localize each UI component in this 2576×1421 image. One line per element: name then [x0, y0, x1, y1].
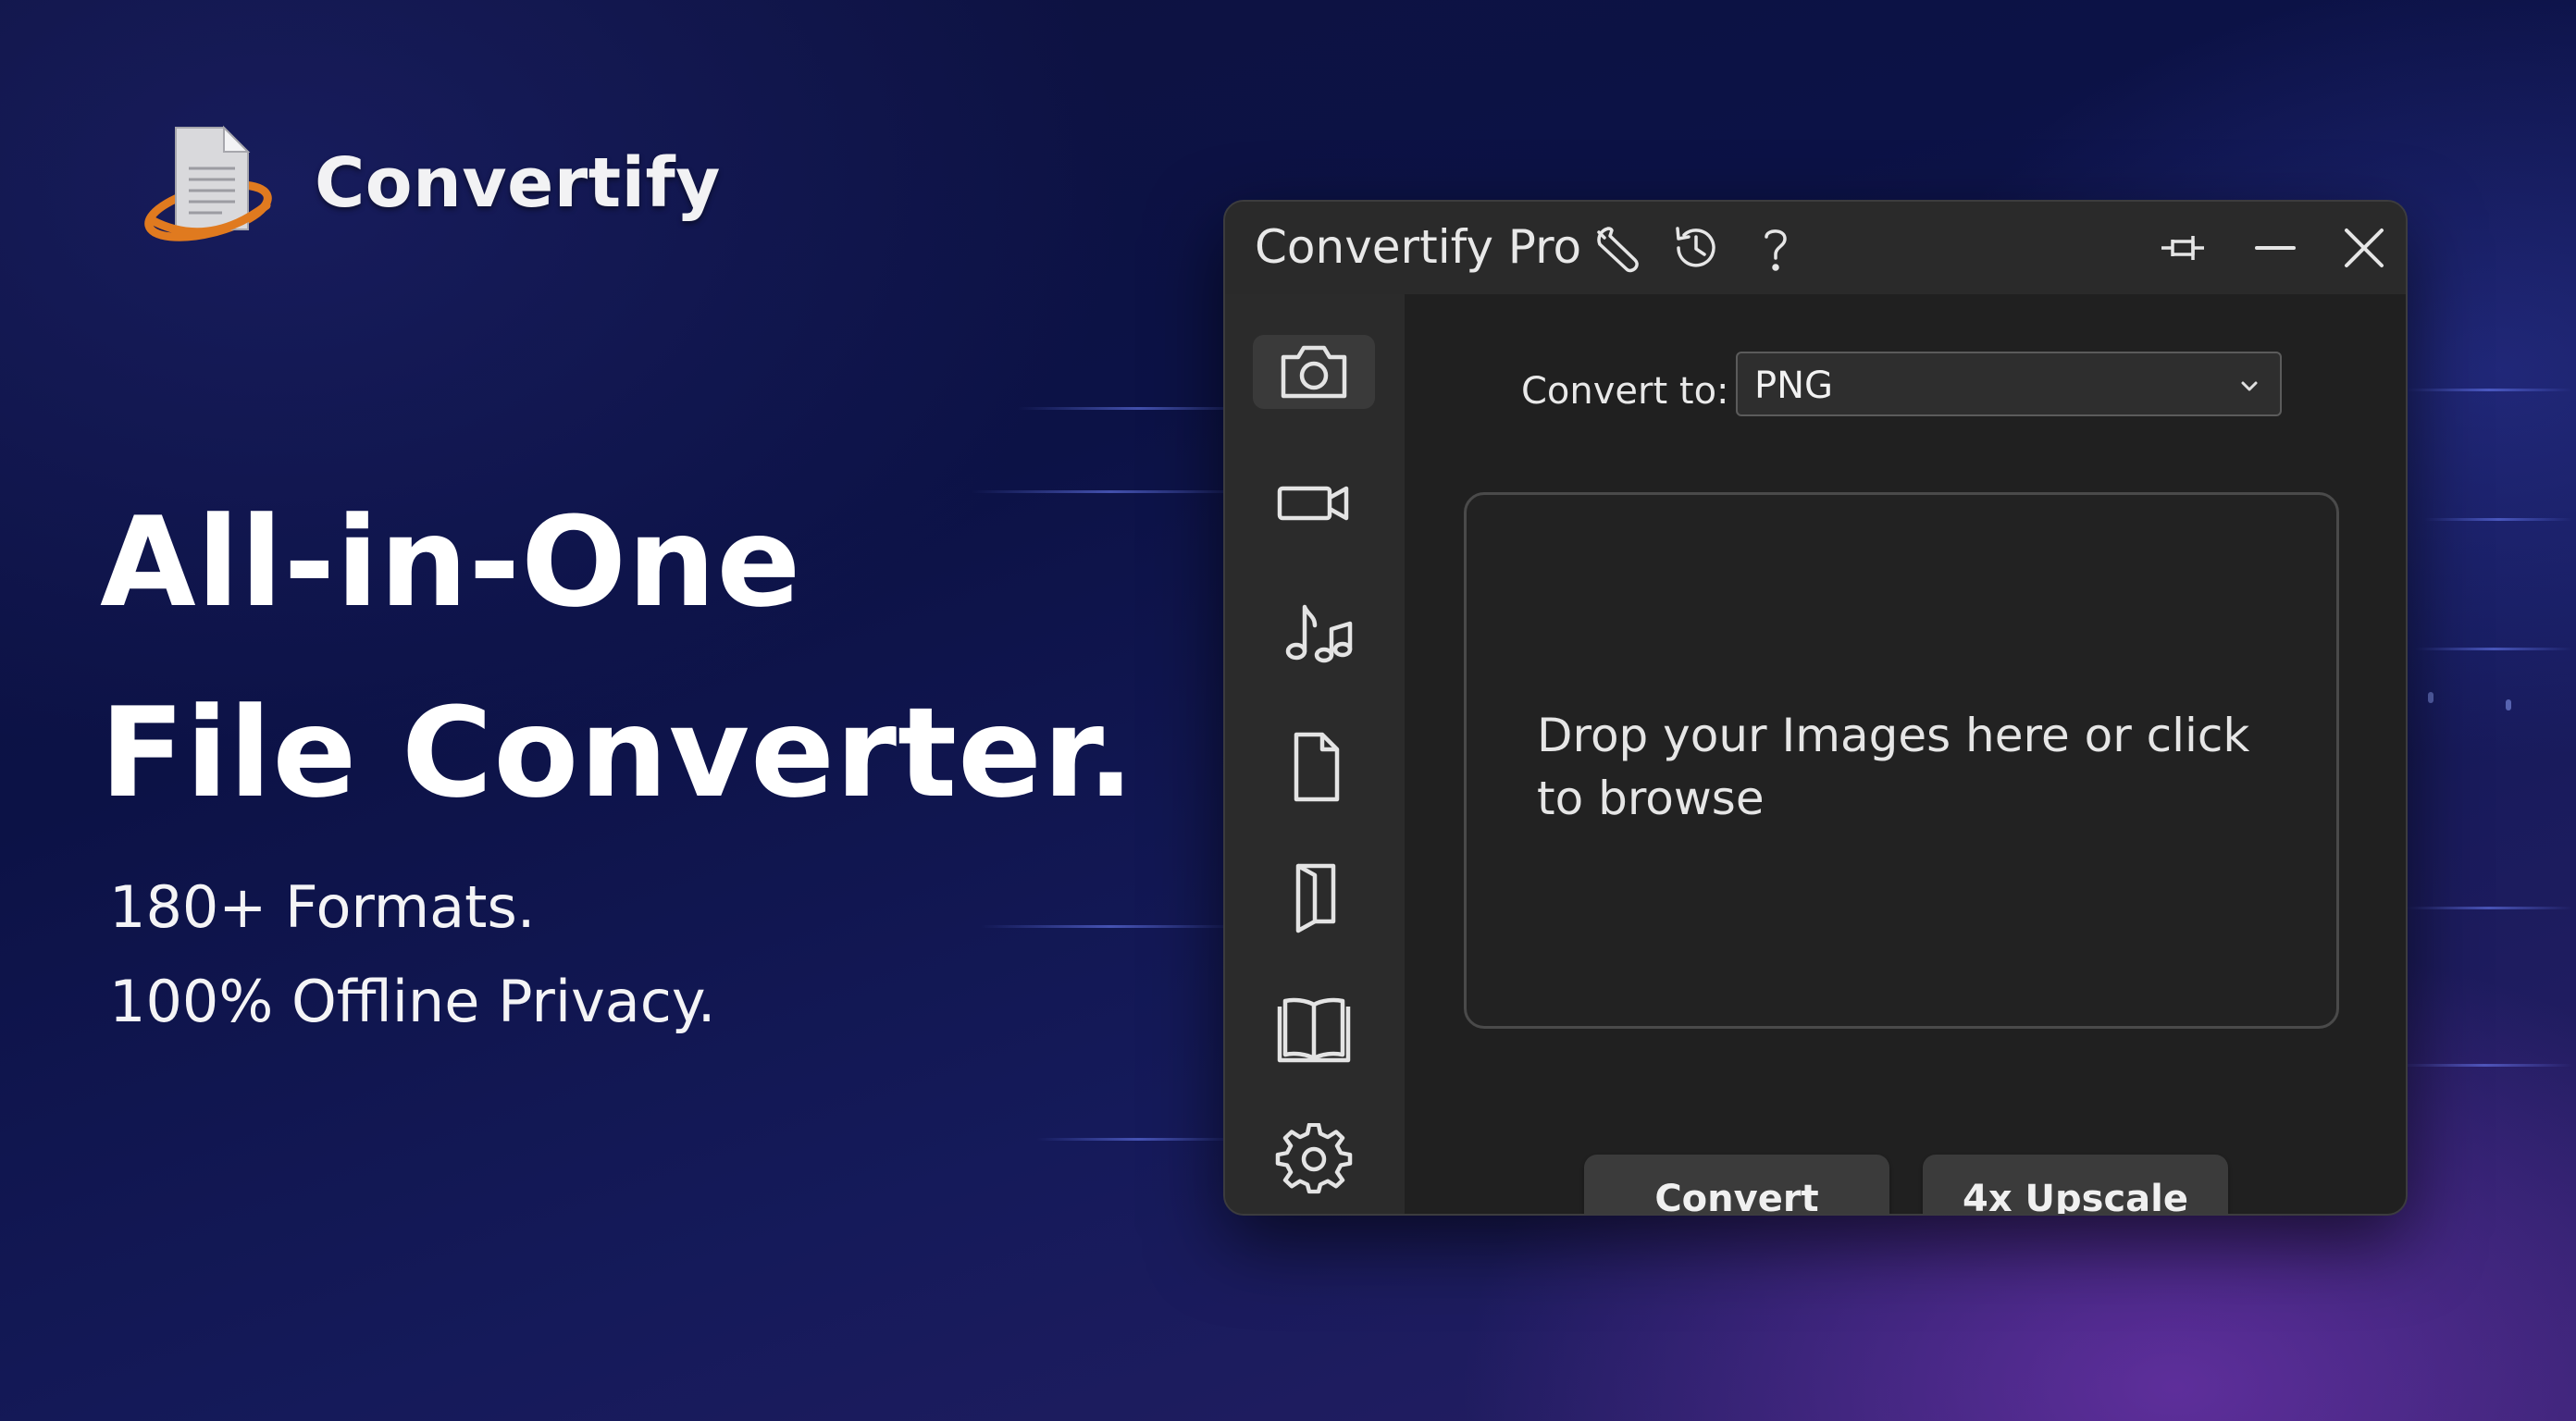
video-camera-icon: [1277, 486, 1349, 521]
pin-icon: [2161, 236, 2204, 260]
sidebar-item-settings[interactable]: [1253, 1123, 1375, 1197]
hero-headline: All-in-One File Converter.: [100, 467, 1135, 848]
subline-privacy: 100% Offline Privacy.: [109, 968, 716, 1035]
headline-line-1: All-in-One: [100, 490, 802, 635]
gear-icon: [1275, 1123, 1353, 1194]
subline-formats: 180+ Formats.: [109, 873, 536, 941]
convert-button[interactable]: Convert: [1584, 1155, 1889, 1214]
brand-header: Convertify: [139, 120, 721, 245]
music-note-icon: [1285, 604, 1353, 663]
camera-icon: [1281, 345, 1347, 399]
minimize-icon: [2255, 246, 2296, 250]
brand-name: Convertify: [315, 142, 721, 223]
help-button[interactable]: [1743, 218, 1808, 278]
headline-line-2: File Converter.: [100, 681, 1135, 825]
folded-document-icon: [1295, 863, 1336, 933]
window-title: Convertify Pro: [1255, 220, 1582, 274]
format-dropdown-value: PNG: [1754, 365, 1834, 407]
convert-to-label: Convert to:: [1521, 370, 1729, 413]
help-icon: [1765, 229, 1787, 271]
sidebar-item-images[interactable]: [1253, 335, 1375, 409]
open-book-icon: [1277, 997, 1351, 1063]
sidebar: [1225, 294, 1405, 1214]
title-bar[interactable]: Convertify Pro: [1225, 202, 2406, 294]
minimize-button[interactable]: [2243, 218, 2308, 278]
main-panel: Convert to: PNG Drop your Images here or…: [1405, 294, 2406, 1214]
sidebar-item-pdf[interactable]: [1253, 860, 1375, 934]
history-button[interactable]: [1664, 218, 1728, 278]
upscale-button[interactable]: 4x Upscale: [1923, 1155, 2228, 1214]
format-dropdown[interactable]: PNG: [1736, 352, 2282, 416]
chevron-down-icon: [2241, 381, 2258, 391]
tools-button[interactable]: [1584, 218, 1649, 278]
sidebar-item-video[interactable]: [1253, 466, 1375, 540]
document-icon: [1294, 732, 1340, 802]
history-icon: [1676, 227, 1715, 267]
sidebar-item-audio[interactable]: [1253, 598, 1375, 672]
hero-subline: 180+ Formats. 100% Offline Privacy.: [109, 860, 715, 1049]
document-orbit-icon: [144, 125, 272, 241]
app-window: Convertify Pro Convert to: PNG Drop your…: [1223, 200, 2408, 1216]
drop-zone-instructions: Drop your Images here or click to browse: [1537, 709, 2250, 825]
sidebar-item-documents[interactable]: [1253, 729, 1375, 803]
file-drop-zone[interactable]: Drop your Images here or click to browse: [1464, 492, 2339, 1029]
sidebar-item-ebooks[interactable]: [1253, 992, 1375, 1066]
pin-button[interactable]: [2150, 218, 2215, 278]
close-button[interactable]: [2332, 218, 2396, 278]
wrench-icon: [1597, 227, 1639, 273]
close-icon: [2345, 229, 2384, 267]
